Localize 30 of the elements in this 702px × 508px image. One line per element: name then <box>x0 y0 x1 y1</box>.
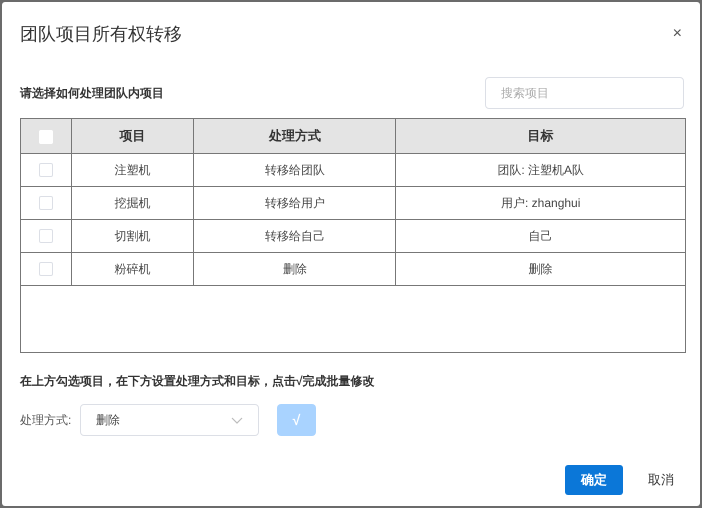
table-cell: 删除 <box>194 252 396 285</box>
search-field[interactable]: 搜索项目 <box>485 77 684 109</box>
table-cell: 自己 <box>396 219 685 252</box>
checkbox[interactable] <box>38 229 53 244</box>
table-cell: 用户: zhanghui <box>396 186 685 219</box>
checkbox[interactable] <box>38 130 53 144</box>
column-header: 处理方式 <box>194 119 396 153</box>
table-cell: 注塑机 <box>71 153 194 186</box>
close-button[interactable]: × <box>672 22 684 46</box>
chevron-down-icon <box>231 416 243 424</box>
field-label: 处理方式: <box>20 412 72 429</box>
checkbox[interactable] <box>38 262 53 276</box>
table-cell: 转移给团队 <box>194 153 396 186</box>
ok-button[interactable]: 确定 <box>565 465 623 495</box>
column-header: 目标 <box>396 119 685 153</box>
method-dropdown[interactable]: 删除 <box>80 404 259 436</box>
cancel-button[interactable]: 取消 <box>645 470 677 490</box>
checkbox[interactable] <box>38 163 53 178</box>
section-label: 请选择如何处理团队内项目 <box>20 85 164 102</box>
table-cell: 团队: 注塑机A队 <box>396 153 685 186</box>
table-cell: 删除 <box>396 252 685 285</box>
instruction-text: 在上方勾选项目，在下方设置处理方式和目标，点击√完成批量修改 <box>18 373 376 390</box>
table-cell: 转移给用户 <box>194 186 396 219</box>
column-header: 项目 <box>71 119 194 153</box>
table-cell: 转移给自己 <box>194 219 396 252</box>
table-cell: 挖掘机 <box>71 186 194 219</box>
table-cell: 粉碎机 <box>71 252 194 285</box>
table-cell: 切割机 <box>71 219 194 252</box>
dialog-title: 团队项目所有权转移 <box>20 22 182 46</box>
checkbox[interactable] <box>38 196 53 210</box>
